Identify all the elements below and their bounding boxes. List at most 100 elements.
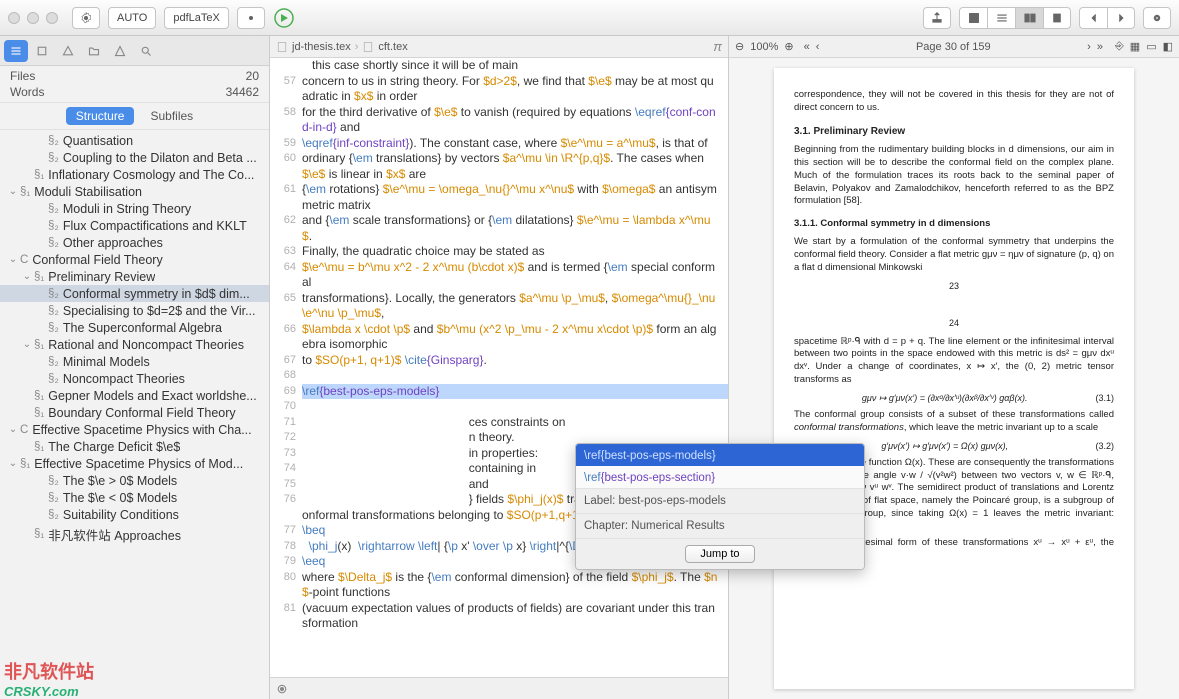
warnings-view-icon[interactable] — [108, 40, 132, 62]
code-line[interactable]: 57concern to us in string theory. For $d… — [270, 74, 728, 105]
outline-item[interactable]: §₂Quantisation — [0, 132, 269, 149]
pv-grid-icon[interactable]: ▦ — [1130, 40, 1140, 53]
outline-item[interactable]: §₂Noncompact Theories — [0, 370, 269, 387]
outline-item[interactable]: §₂The $\e < 0$ Models — [0, 489, 269, 506]
files-view-icon[interactable] — [30, 40, 54, 62]
outline-item[interactable]: ⌄§₁Effective Spacetime Physics of Mod... — [0, 455, 269, 472]
outline-item[interactable]: ⌄CConformal Field Theory — [0, 251, 269, 268]
preview-viewport[interactable]: correspondence, they will not be covered… — [729, 58, 1179, 699]
code-line[interactable]: 60ordinary {\em translations} by vectors… — [270, 151, 728, 182]
outline-item[interactable]: §₂The Superconformal Algebra — [0, 319, 269, 336]
code-line[interactable]: 65transformations}. Locally, the generat… — [270, 291, 728, 322]
zoom-in-icon[interactable]: ⊕ — [784, 40, 793, 53]
zoom-out-icon[interactable]: ⊖ — [735, 40, 744, 53]
outline-item[interactable]: §₂Flux Compactifications and KKLT — [0, 217, 269, 234]
code-line[interactable]: 71 ces constraints on — [270, 415, 728, 431]
code-line[interactable]: 67to $SO(p+1, q+1)$ \cite{Ginsparg}. — [270, 353, 728, 369]
tab-structure[interactable]: Structure — [66, 107, 135, 125]
prev-page-icon[interactable]: ‹ — [816, 41, 820, 53]
outline-text: Boundary Conformal Field Theory — [48, 406, 235, 420]
outline-item[interactable]: ⌄§₁Preliminary Review — [0, 268, 269, 285]
code-area[interactable]: this case shortly since it will be of ma… — [270, 58, 728, 677]
outline-item[interactable]: §₂Moduli in String Theory — [0, 200, 269, 217]
jump-to-button[interactable]: Jump to — [685, 545, 754, 563]
engine-settings-button[interactable] — [237, 7, 265, 29]
code-line[interactable]: 69\ref{best-pos-eps-models} — [270, 384, 728, 400]
search-view-icon[interactable] — [134, 40, 158, 62]
gear-icon[interactable] — [276, 683, 288, 695]
outline-text: Flux Compactifications and KKLT — [63, 219, 247, 233]
outline-item[interactable]: §₂Suitability Conditions — [0, 506, 269, 523]
outline-text: Minimal Models — [63, 355, 150, 369]
outline-item[interactable]: §₁Inflationary Cosmology and The Co... — [0, 166, 269, 183]
pv-fit-icon[interactable]: ▭ — [1146, 40, 1156, 53]
line-number: 75 — [270, 477, 302, 493]
layout-preview[interactable] — [1043, 7, 1071, 29]
zoom-dot[interactable] — [46, 12, 58, 24]
section-label: §₂ — [48, 203, 59, 215]
crumb-root[interactable]: jd-thesis.tex — [292, 41, 351, 53]
share-button[interactable] — [923, 7, 951, 29]
settings-button[interactable] — [72, 7, 100, 29]
code-line[interactable]: 66$\lambda x \cdot \p$ and $b^\mu (x^2 \… — [270, 322, 728, 353]
line-number: 79 — [270, 554, 302, 570]
nav-forward[interactable] — [1107, 7, 1135, 29]
sidebar: Files20 Words34462 Structure Subfiles §₂… — [0, 36, 270, 699]
tex-file-icon — [362, 41, 374, 53]
code-line[interactable]: 68 — [270, 368, 728, 384]
last-page-icon[interactable]: » — [1097, 41, 1103, 53]
code-line[interactable]: 63Finally, the quadratic choice may be s… — [270, 244, 728, 260]
outline-item[interactable]: §₂Conformal symmetry in $d$ dim... — [0, 285, 269, 302]
layout-single[interactable] — [959, 7, 987, 29]
outline-item[interactable]: ⌄§₁Rational and Noncompact Theories — [0, 336, 269, 353]
autocomplete-option[interactable]: \ref{best-pos-eps-models} — [576, 444, 864, 466]
folder-view-icon[interactable] — [82, 40, 106, 62]
outline-item[interactable]: §₂Specialising to $d=2$ and the Vir... — [0, 302, 269, 319]
outline-view-icon[interactable] — [4, 40, 28, 62]
outline-item[interactable]: §₂Other approaches — [0, 234, 269, 251]
code-line[interactable]: 62and {\em scale transformations} or {\e… — [270, 213, 728, 244]
outline-text: Suitability Conditions — [63, 508, 179, 522]
code-line[interactable]: 70 — [270, 399, 728, 415]
close-dot[interactable] — [8, 12, 20, 24]
code-line[interactable]: 80where $\Delta_j$ is the {\em conformal… — [270, 570, 728, 601]
tab-subfiles[interactable]: Subfiles — [140, 107, 203, 125]
errors-view-icon[interactable] — [56, 40, 80, 62]
window-controls — [8, 12, 58, 24]
outline-item[interactable]: §₁Boundary Conformal Field Theory — [0, 404, 269, 421]
minimize-dot[interactable] — [27, 12, 39, 24]
outline-item[interactable]: §₁非凡软件站 Approaches — [0, 523, 269, 545]
pv-tool-icon[interactable]: ⎆ — [1115, 40, 1124, 53]
code-line[interactable]: 58for the third derivative of $\e$ to va… — [270, 105, 728, 136]
code-line[interactable]: 59\eqref{inf-constraint}). The constant … — [270, 136, 728, 152]
section-label: §₂ — [48, 475, 59, 487]
code-line[interactable]: 81(vacuum expectation values of products… — [270, 601, 728, 632]
outline-item[interactable]: §₂The $\e > 0$ Models — [0, 472, 269, 489]
next-page-icon[interactable]: › — [1087, 41, 1091, 53]
code-line[interactable]: this case shortly since it will be of ma… — [270, 58, 728, 74]
autocomplete-option[interactable]: \ref{best-pos-eps-section} — [576, 466, 864, 488]
outline-text: Specialising to $d=2$ and the Vir... — [63, 304, 256, 318]
engine-selector[interactable]: pdfLaTeX — [164, 7, 228, 29]
layout-split[interactable] — [1015, 7, 1043, 29]
code-line[interactable]: 61{\em rotations} $\e^\mu = \omega_\nu{}… — [270, 182, 728, 213]
outline-item[interactable]: §₁The Charge Deficit $\e$ — [0, 438, 269, 455]
first-page-icon[interactable]: « — [804, 41, 810, 53]
typeset-button[interactable] — [273, 7, 295, 29]
sidebar-stats: Files20 Words34462 — [0, 66, 269, 103]
pv-crop-icon[interactable]: ◧ — [1163, 40, 1173, 53]
section-label: §₂ — [48, 288, 59, 300]
outline-tree[interactable]: §₂Quantisation§₂Coupling to the Dilaton … — [0, 130, 269, 699]
outline-item[interactable]: §₂Minimal Models — [0, 353, 269, 370]
crumb-file[interactable]: cft.tex — [378, 41, 407, 53]
outline-item[interactable]: §₂Coupling to the Dilaton and Beta ... — [0, 149, 269, 166]
tex-file-icon — [276, 41, 288, 53]
outline-item[interactable]: ⌄CEffective Spacetime Physics with Cha..… — [0, 421, 269, 438]
auto-mode-button[interactable]: AUTO — [108, 7, 156, 29]
nav-back[interactable] — [1079, 7, 1107, 29]
code-line[interactable]: 64$\e^\mu = b^\mu x^2 - 2 x^\mu (b\cdot … — [270, 260, 728, 291]
more-button[interactable] — [1143, 7, 1171, 29]
layout-lines[interactable] — [987, 7, 1015, 29]
outline-item[interactable]: ⌄§₁Moduli Stabilisation — [0, 183, 269, 200]
outline-item[interactable]: §₁Gepner Models and Exact worldshe... — [0, 387, 269, 404]
